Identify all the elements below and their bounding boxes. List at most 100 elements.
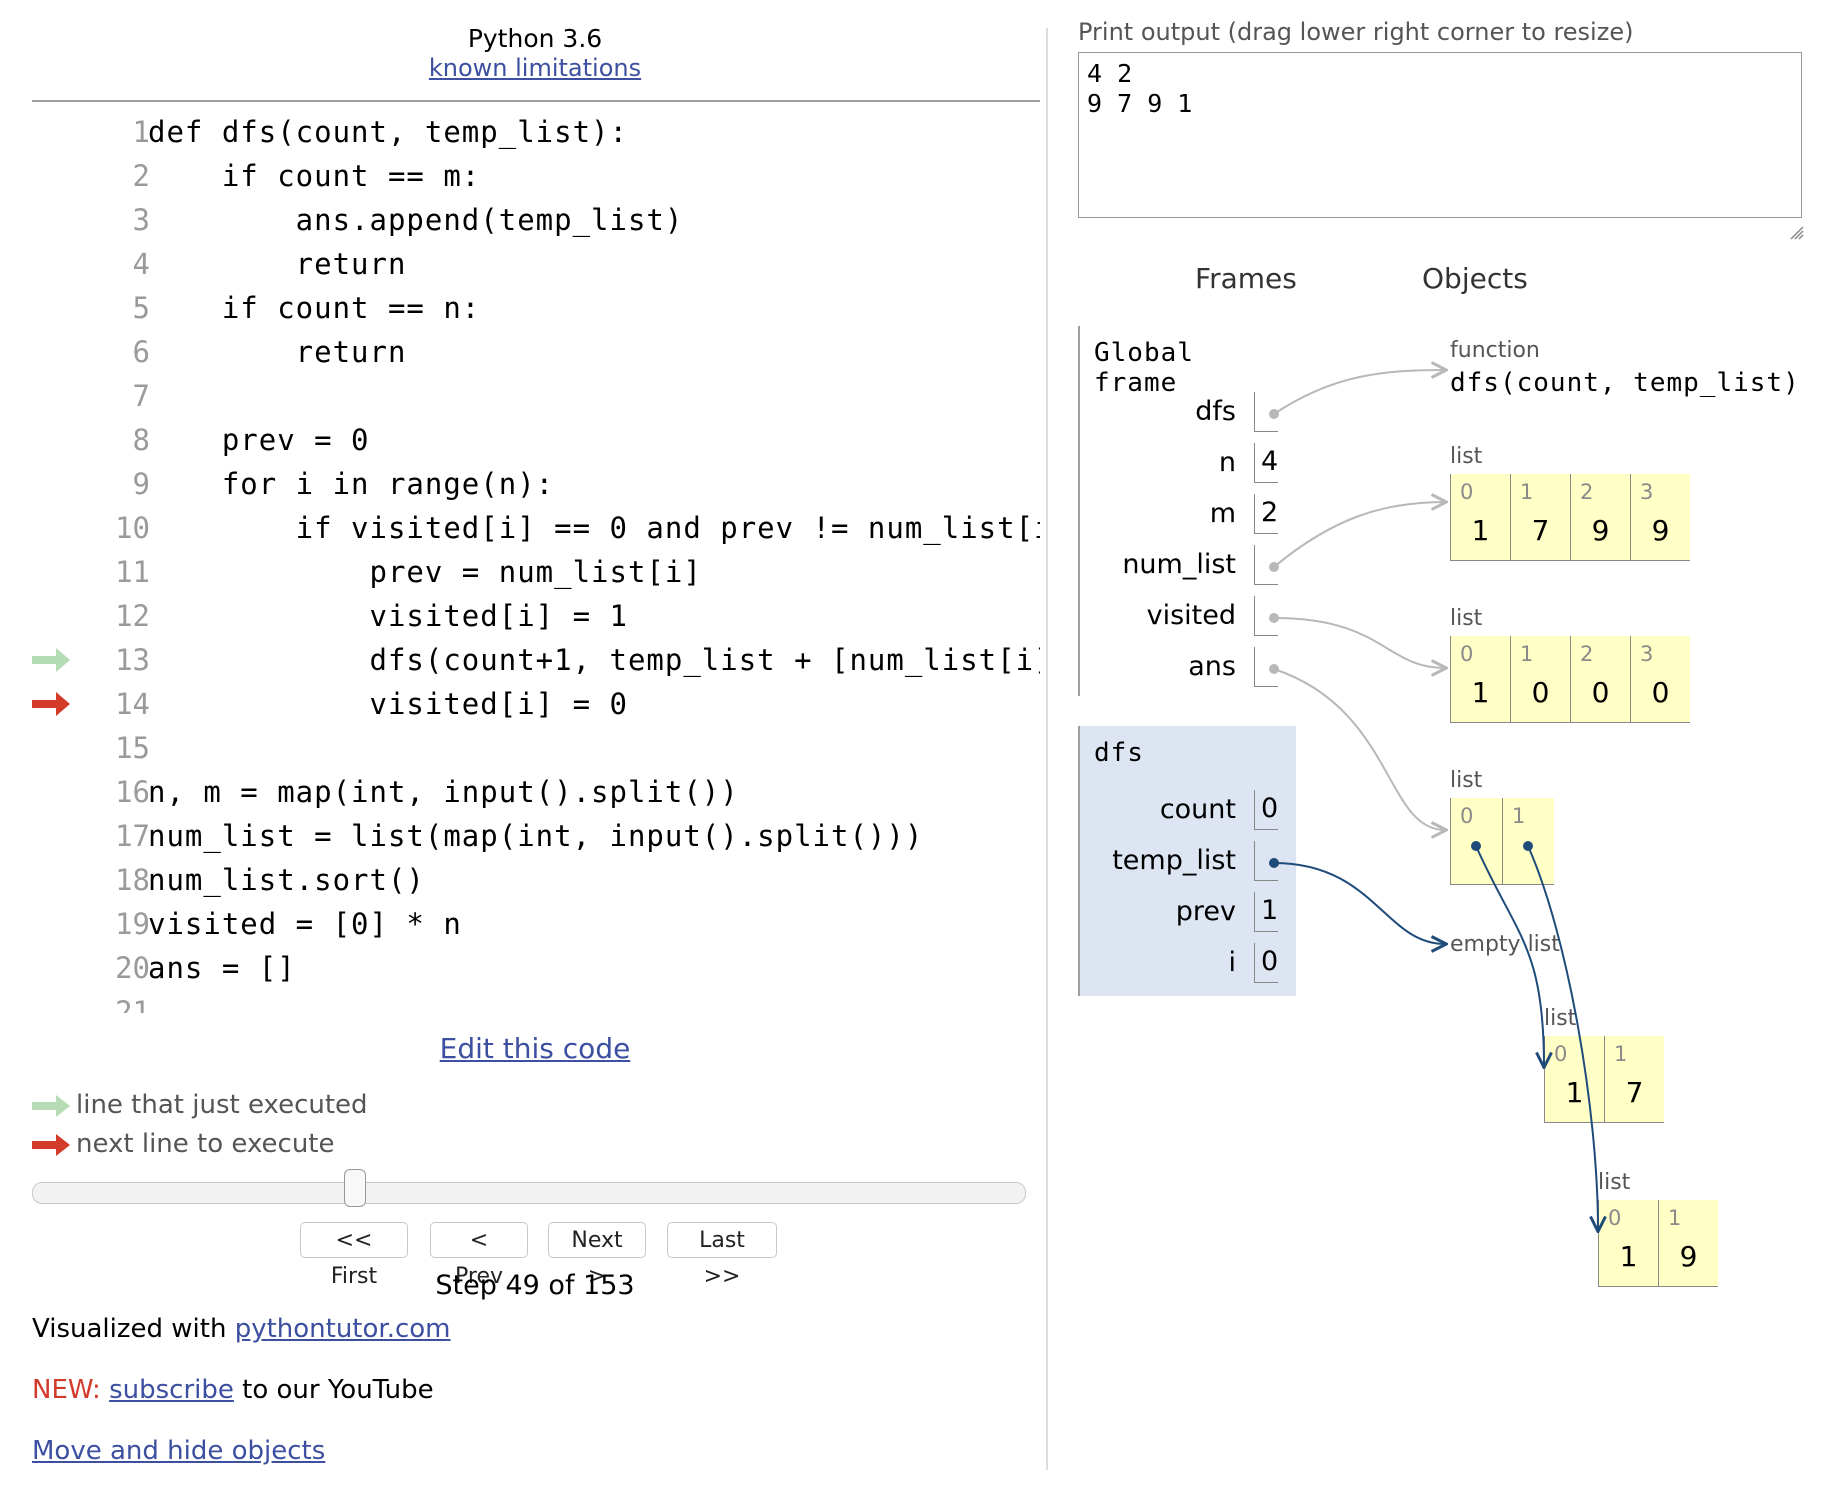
- known-limitations-link[interactable]: known limitations: [429, 54, 641, 82]
- line-source: if visited[i] == 0 and prev != num_list[…: [148, 511, 1040, 545]
- global-var-name: visited: [1146, 600, 1236, 631]
- line-source: if count == n:: [148, 291, 481, 325]
- visited-list-label: list: [1450, 606, 1483, 631]
- global-var-name: dfs: [1195, 396, 1236, 427]
- line-source: visited = [0] * n: [148, 907, 462, 941]
- global-frame-title: Global frame: [1094, 338, 1194, 398]
- code-line: 8 prev = 0: [32, 418, 1040, 462]
- visited-list-object: 01102030: [1450, 636, 1690, 723]
- ans-pointer: [1273, 668, 1445, 830]
- list-value: 1: [1565, 1076, 1584, 1109]
- prev-button[interactable]: < Prev: [430, 1222, 528, 1289]
- global-var-name: n: [1218, 447, 1236, 478]
- global-var-name: m: [1209, 498, 1236, 529]
- code-line: 13 dfs(count+1, temp_list + [num_list[i]: [32, 638, 1040, 682]
- list-value: 1: [1471, 514, 1490, 547]
- code-line: 4 return: [32, 242, 1040, 286]
- list-cell: 01: [1598, 1200, 1658, 1286]
- header-divider: [32, 100, 1040, 102]
- list-cell: 01: [1450, 636, 1510, 722]
- frames-heading: Frames: [1195, 262, 1297, 295]
- move-hide-objects-link[interactable]: Move and hide objects: [32, 1436, 325, 1466]
- step-slider-handle[interactable]: [344, 1169, 367, 1207]
- print-output-box[interactable]: 4 2 9 7 9 1: [1078, 52, 1802, 218]
- num-list-pointer: [1273, 502, 1445, 568]
- edit-code-link[interactable]: Edit this code: [440, 1032, 631, 1065]
- code-line: 17 num_list = list(map(int, input().split…: [32, 814, 1040, 858]
- dfs-var-value: 0: [1254, 790, 1278, 830]
- line-source: def dfs(count, temp_list):: [148, 115, 628, 149]
- global-var-value: 2: [1254, 494, 1278, 534]
- code-line: 1 def dfs(count, temp_list):: [32, 110, 1040, 154]
- line-source: dfs(count+1, temp_list + [num_list[i]: [148, 643, 1041, 677]
- code-line: 3 ans.append(temp_list): [32, 198, 1040, 242]
- line-number: 13: [115, 643, 150, 677]
- global-var-name: num_list: [1122, 549, 1236, 580]
- list-value: 7: [1625, 1076, 1644, 1109]
- list-value: 0: [1531, 676, 1550, 709]
- line-number: 3: [132, 203, 150, 237]
- list-index: 0: [1608, 1206, 1622, 1230]
- list-a-object: 011 7: [1544, 1036, 1664, 1123]
- list-index: 3: [1640, 480, 1654, 504]
- subscribe-link[interactable]: subscribe: [109, 1375, 234, 1405]
- list-cell: 17: [1510, 474, 1570, 560]
- num-list-object: 01172939: [1450, 474, 1690, 561]
- dfs-var-name: prev: [1175, 896, 1236, 927]
- line-source: n, m = map(int, input().split()): [148, 775, 739, 809]
- list-cell: 10: [1510, 636, 1570, 722]
- list-value: 9: [1651, 514, 1670, 547]
- list-value: 1: [1619, 1240, 1638, 1273]
- line-source: num_list.sort(): [148, 863, 425, 897]
- pythontutor-link[interactable]: pythontutor.com: [235, 1314, 451, 1344]
- global-var-value: [1254, 596, 1278, 636]
- list-cell: 01: [1544, 1036, 1604, 1122]
- list-a-label: list: [1544, 1006, 1577, 1031]
- line-source: visited[i] = 1: [148, 599, 628, 633]
- code-line: 2 if count == m:: [32, 154, 1040, 198]
- line-number: 11: [115, 555, 150, 589]
- resize-grip-icon[interactable]: [1789, 225, 1805, 241]
- line-source: prev = 0: [148, 423, 370, 457]
- code-line: 15: [32, 726, 1040, 770]
- visualized-with: Visualized with pythontutor.com: [32, 1314, 451, 1344]
- code-line: 19 visited = [0] * n: [32, 902, 1040, 946]
- line-number: 1: [132, 115, 150, 149]
- list-cell: 20: [1570, 636, 1630, 722]
- last-button[interactable]: Last >>: [667, 1222, 777, 1289]
- global-var-value: [1254, 647, 1278, 687]
- global-var-value: 4: [1254, 443, 1278, 483]
- step-counter: Step 49 of 153: [435, 1270, 635, 1301]
- line-source: visited[i] = 0: [148, 687, 628, 721]
- line-number: 5: [132, 291, 150, 325]
- code-line: 5 if count == n:: [32, 286, 1040, 330]
- new-tag: NEW:: [32, 1375, 101, 1405]
- list-cell: 39: [1630, 474, 1690, 560]
- dfs-frame-title: dfs: [1094, 738, 1144, 768]
- list-index: 3: [1640, 642, 1654, 666]
- line-number: 12: [115, 599, 150, 633]
- list-value: 1: [1471, 676, 1490, 709]
- list-cell: 01: [1450, 474, 1510, 560]
- print-output-label: Print output (drag lower right corner to…: [1078, 18, 1634, 46]
- line-source: prev = num_list[i]: [148, 555, 702, 589]
- list-value: 0: [1591, 676, 1610, 709]
- list-index: 0: [1460, 804, 1474, 828]
- line-number: 9: [132, 467, 150, 501]
- list-value: 7: [1531, 514, 1550, 547]
- list-index: 0: [1460, 480, 1474, 504]
- left-pane: Python 3.6 known limitations 1 def dfs(co…: [0, 0, 1045, 1490]
- first-button[interactable]: << First: [300, 1222, 408, 1289]
- language-title: Python 3.6: [467, 24, 603, 53]
- line-number: 20: [115, 951, 150, 985]
- list-cell: 1: [1502, 798, 1554, 884]
- step-slider[interactable]: [32, 1169, 1026, 1207]
- dfs-pointer: [1273, 370, 1445, 415]
- list-index: 0: [1460, 642, 1474, 666]
- legend-next-line-label: next line to execute: [76, 1129, 335, 1159]
- dfs-var-name: count: [1159, 794, 1236, 825]
- line-number: 2: [132, 159, 150, 193]
- code-line: 21: [32, 990, 1040, 1013]
- next-button[interactable]: Next >: [548, 1222, 646, 1289]
- line-source: ans = []: [148, 951, 296, 985]
